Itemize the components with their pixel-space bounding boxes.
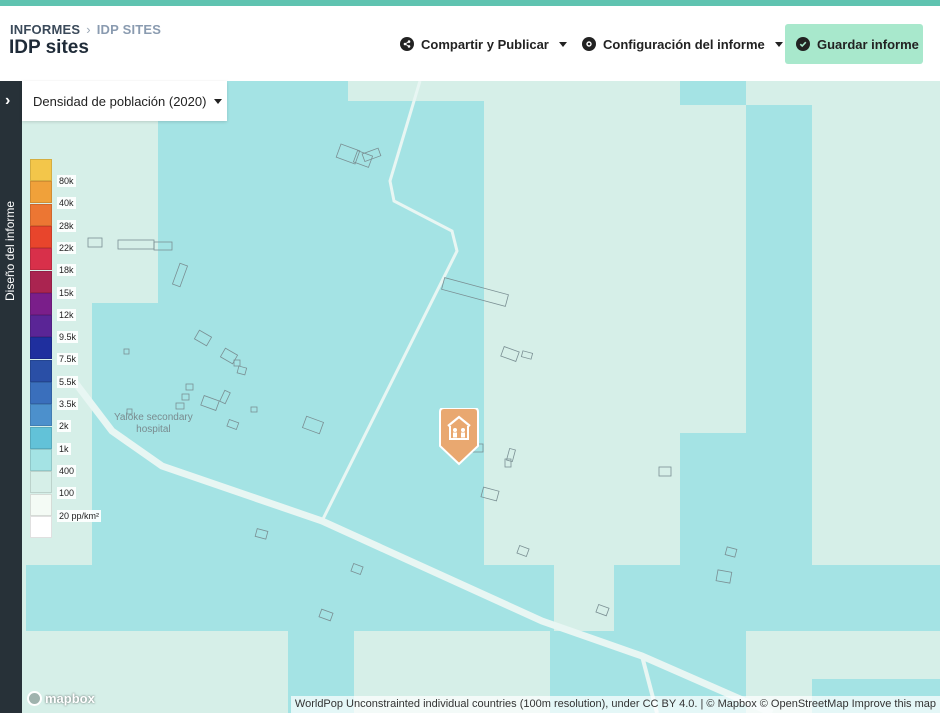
chevron-down-icon — [214, 98, 223, 104]
idp-site-marker[interactable] — [436, 407, 482, 466]
chevron-down-icon — [774, 41, 783, 47]
legend-label: 5.5k — [57, 375, 79, 388]
mapbox-logo-icon — [27, 691, 42, 706]
legend-label: 18k — [57, 264, 76, 277]
share-publish-button[interactable]: Compartir y Publicar — [400, 24, 567, 64]
place-label-line-1: Yaloke secondary — [114, 412, 193, 423]
legend-swatch — [30, 159, 52, 181]
report-design-label: Diseño del informe — [3, 200, 17, 301]
breadcrumb: INFORMES › IDP SITES — [10, 22, 161, 37]
legend-label: 15k — [57, 286, 76, 299]
mapbox-logo-text: mapbox — [45, 691, 95, 706]
legend-swatch — [30, 225, 52, 248]
legend-label: 12k — [57, 308, 76, 321]
legend-label: 28k — [57, 219, 76, 232]
gear-icon — [582, 37, 596, 51]
legend-swatch — [30, 337, 52, 360]
breadcrumb-informes-link[interactable]: INFORMES — [10, 22, 80, 37]
legend-swatch — [30, 315, 52, 338]
population-density-raster — [26, 81, 940, 713]
map-attribution[interactable]: WorldPop Unconstrainted individual count… — [290, 696, 940, 713]
legend-swatch — [30, 292, 52, 315]
legend-swatch — [30, 203, 52, 226]
legend-label: 7.5k — [57, 353, 79, 366]
legend-swatch — [30, 426, 52, 449]
breadcrumb-current: IDP SITES — [96, 22, 162, 37]
legend-swatch — [30, 270, 52, 293]
legend-swatch — [30, 515, 52, 538]
share-publish-label: Compartir y Publicar — [421, 36, 549, 52]
legend-swatch — [30, 181, 52, 204]
save-report-button[interactable]: Guardar informe — [785, 24, 923, 64]
legend-label: 1k — [57, 442, 71, 455]
legend-label: 20 pp/km² — [57, 509, 102, 522]
legend-label: 80k — [57, 175, 76, 187]
map-canvas[interactable]: Yaloke secondary hospital — [22, 81, 940, 713]
mapbox-logo[interactable]: mapbox — [27, 691, 95, 706]
density-cells — [26, 81, 940, 713]
place-label-line-2: hospital — [136, 424, 171, 435]
legend-swatch — [30, 448, 52, 471]
legend-label: 2k — [57, 420, 71, 433]
chevron-down-icon — [558, 41, 567, 47]
save-report-label: Guardar informe — [817, 36, 919, 52]
chevron-right-icon[interactable]: › — [5, 93, 10, 109]
legend-label: 400 — [57, 464, 77, 477]
legend-swatch — [30, 493, 52, 516]
legend-label: 40k — [57, 197, 76, 210]
report-design-sidebar[interactable]: › Diseño del informe — [0, 81, 22, 713]
layer-select-dropdown[interactable]: Densidad de población (2020) — [22, 81, 227, 121]
report-settings-button[interactable]: Configuración del informe — [582, 24, 783, 64]
legend-label: 100 — [57, 487, 77, 500]
legend-swatch — [30, 248, 52, 271]
legend-label: 22k — [57, 241, 76, 254]
report-header: INFORMES › IDP SITES IDP sites Compartir… — [0, 6, 940, 81]
page-title: IDP sites — [9, 37, 89, 58]
report-settings-label: Configuración del informe — [603, 36, 765, 52]
legend-label: 9.5k — [57, 331, 79, 344]
legend-swatch — [30, 382, 52, 404]
breadcrumb-separator: › — [86, 22, 91, 37]
legend-swatch — [30, 404, 52, 427]
legend-swatch — [30, 471, 52, 494]
check-circle-icon — [796, 37, 810, 51]
legend-swatch — [30, 359, 52, 382]
map-place-label: Yaloke secondary hospital — [114, 412, 193, 436]
share-icon — [400, 37, 414, 51]
legend-label: 3.5k — [57, 398, 79, 410]
layer-select-label: Densidad de población (2020) — [33, 93, 207, 109]
